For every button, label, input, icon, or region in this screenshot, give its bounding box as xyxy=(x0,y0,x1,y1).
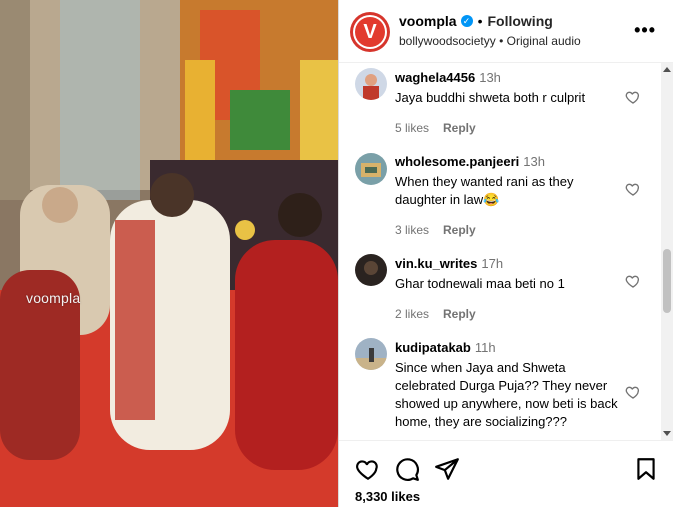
photo-watermark: voompla xyxy=(26,290,81,306)
avatar-inner: V xyxy=(353,15,387,49)
comment-likes[interactable]: 3 likes xyxy=(395,223,429,237)
share-icon[interactable] xyxy=(434,456,460,482)
scroll-up-arrow-icon[interactable] xyxy=(663,67,671,72)
comment-meta: 2 likes Reply xyxy=(395,307,619,321)
post-header: V voompla ✓ • Following bollywoodsociety… xyxy=(339,0,673,63)
commenter-avatar[interactable] xyxy=(355,254,387,286)
commenter-avatar[interactable] xyxy=(355,338,387,370)
audio-label[interactable]: Original audio xyxy=(507,34,581,48)
like-comment-heart-icon[interactable] xyxy=(625,181,641,197)
comment-icon[interactable] xyxy=(394,456,420,482)
comments-scrollbar[interactable] xyxy=(661,63,673,440)
header-separator: • xyxy=(477,13,483,29)
comment-text: When they wanted rani as they daughter i… xyxy=(395,174,574,207)
comments-list[interactable]: waghela4456 13h Jaya buddhi shweta both r… xyxy=(339,63,673,440)
avatar[interactable]: V xyxy=(350,12,390,52)
comment-username[interactable]: waghela4456 xyxy=(395,70,475,85)
like-comment-heart-icon[interactable] xyxy=(625,384,641,400)
like-comment-heart-icon[interactable] xyxy=(625,273,641,289)
comment-time[interactable]: 17h xyxy=(481,256,503,271)
heart-icon[interactable] xyxy=(355,456,381,482)
comment-text: Ghar todnewali maa beti no 1 xyxy=(395,276,565,291)
comment-likes[interactable]: 5 likes xyxy=(395,121,429,135)
comment-username[interactable]: wholesome.panjeeri xyxy=(395,154,519,169)
comment-username[interactable]: kudipatakab xyxy=(395,340,471,355)
comment-meta: 5 likes Reply xyxy=(395,121,619,135)
bookmark-icon[interactable] xyxy=(633,456,659,482)
like-comment-heart-icon[interactable] xyxy=(625,89,641,105)
audio-separator: • xyxy=(499,34,504,48)
likes-count[interactable]: 8,330 likes xyxy=(355,489,420,504)
comment-meta: 3 likes Reply xyxy=(395,223,619,237)
verified-badge-icon: ✓ xyxy=(460,15,473,27)
brand-logo: V xyxy=(355,17,385,47)
scroll-down-arrow-icon[interactable] xyxy=(663,431,671,436)
comment-text: Jaya buddhi shweta both r culprit xyxy=(395,90,586,105)
comment-time[interactable]: 13h xyxy=(479,70,501,85)
comment-username[interactable]: vin.ku_writes xyxy=(395,256,477,271)
audio-username[interactable]: bollywoodsocietyy xyxy=(399,34,496,48)
comment-time[interactable]: 13h xyxy=(523,154,545,169)
comment-time[interactable]: 11h xyxy=(475,340,496,355)
comment-likes[interactable]: 2 likes xyxy=(395,307,429,321)
post-photo-image xyxy=(0,0,338,507)
more-options-icon[interactable]: ••• xyxy=(634,20,656,41)
post-photo[interactable]: voompla xyxy=(0,0,338,507)
commenter-avatar[interactable] xyxy=(355,68,387,100)
comment-body: kudipatakab 11h Since when Jaya and Shwet… xyxy=(395,339,619,431)
reply-button[interactable]: Reply xyxy=(443,307,476,321)
reply-button[interactable]: Reply xyxy=(443,121,476,135)
comment-body: vin.ku_writes 17h Ghar todnewali maa beti… xyxy=(395,255,619,321)
header-audio-line: bollywoodsocietyy • Original audio xyxy=(399,34,581,48)
comment-text: Since when Jaya and Shweta celebrated Du… xyxy=(395,360,618,429)
reply-button[interactable]: Reply xyxy=(443,223,476,237)
comment-body: waghela4456 13h Jaya buddhi shweta both r… xyxy=(395,69,619,135)
header-account-line: voompla ✓ • Following xyxy=(399,13,553,29)
post-side-panel: V voompla ✓ • Following bollywoodsociety… xyxy=(338,0,673,507)
account-username[interactable]: voompla xyxy=(399,13,457,29)
comment-body: wholesome.panjeeri 13h When they wanted r… xyxy=(395,153,619,237)
following-button[interactable]: Following xyxy=(487,13,552,29)
commenter-avatar[interactable] xyxy=(355,153,387,185)
post-actions-bar: 8,330 likes xyxy=(339,440,673,507)
scrollbar-thumb[interactable] xyxy=(663,249,671,313)
